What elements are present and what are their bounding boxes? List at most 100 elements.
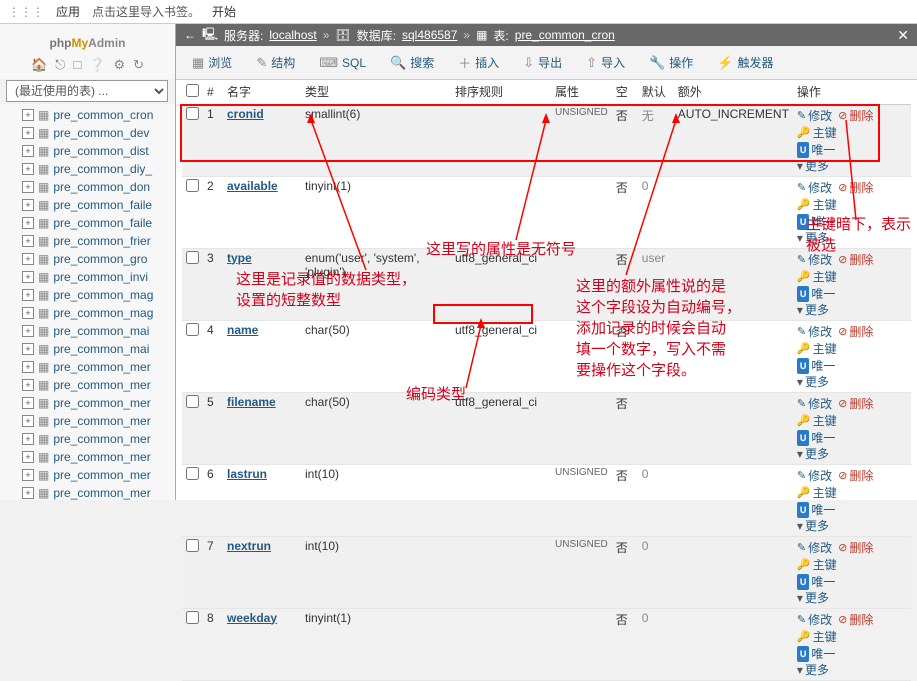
unique-action[interactable]: U 唯一	[797, 574, 836, 590]
column-name-link[interactable]: filename	[227, 395, 276, 409]
unique-action[interactable]: U 唯一	[797, 142, 836, 158]
more-action[interactable]: ▾更多	[797, 590, 829, 606]
expand-icon[interactable]: +	[22, 469, 34, 481]
column-name-link[interactable]: weekday	[227, 611, 277, 625]
edit-action[interactable]: ✎修改	[797, 611, 832, 628]
select-all-checkbox[interactable]	[186, 84, 199, 97]
edit-action[interactable]: ✎修改	[797, 179, 832, 196]
sidebar-item[interactable]: +▦pre_common_invi	[0, 268, 175, 286]
apps-label[interactable]: 应用	[56, 3, 80, 20]
expand-icon[interactable]: +	[22, 181, 34, 193]
row-checkbox[interactable]	[186, 251, 199, 264]
sidebar-item[interactable]: +▦pre_common_mer	[0, 394, 175, 412]
sidebar-item[interactable]: +▦pre_common_mer	[0, 430, 175, 448]
expand-icon[interactable]: +	[22, 433, 34, 445]
start-label[interactable]: 开始	[212, 3, 236, 20]
column-name-link[interactable]: nextrun	[227, 539, 271, 553]
tab-浏览[interactable]: ▦浏览	[182, 50, 242, 75]
sidebar-item[interactable]: +▦pre_common_mag	[0, 304, 175, 322]
sidebar-item[interactable]: +▦pre_common_frier	[0, 232, 175, 250]
expand-icon[interactable]: +	[22, 109, 34, 121]
drop-action[interactable]: ⊘删除	[838, 395, 873, 412]
column-name-link[interactable]: type	[227, 251, 252, 265]
drop-action[interactable]: ⊘删除	[838, 179, 873, 196]
more-action[interactable]: ▾更多	[797, 158, 829, 174]
tab-触发器[interactable]: ⚡触发器	[707, 50, 783, 75]
sidebar-item[interactable]: +▦pre_common_mer	[0, 376, 175, 394]
unique-action[interactable]: U 唯一	[797, 286, 836, 302]
unique-action[interactable]: U 唯一	[797, 214, 836, 230]
row-checkbox[interactable]	[186, 467, 199, 480]
primary-key-action[interactable]: 🔑主键	[797, 340, 837, 357]
more-action[interactable]: ▾更多	[797, 518, 829, 534]
row-checkbox[interactable]	[186, 539, 199, 552]
expand-icon[interactable]: +	[22, 451, 34, 463]
sidebar-item[interactable]: +▦pre_common_faile	[0, 214, 175, 232]
row-checkbox[interactable]	[186, 179, 199, 192]
more-action[interactable]: ▾更多	[797, 302, 829, 318]
settings-icon[interactable]: ⚙	[113, 57, 125, 73]
column-name-link[interactable]: cronid	[227, 107, 264, 121]
drop-action[interactable]: ⊘删除	[838, 467, 873, 484]
logout-icon[interactable]: ⎋	[55, 57, 65, 73]
expand-icon[interactable]: +	[22, 361, 34, 373]
more-action[interactable]: ▾更多	[797, 374, 829, 390]
sidebar-item[interactable]: +▦pre_common_cron	[0, 106, 175, 124]
reload-icon[interactable]: ↻	[133, 57, 144, 73]
sidebar-item[interactable]: +▦pre_common_mai	[0, 322, 175, 340]
expand-icon[interactable]: +	[22, 217, 34, 229]
expand-icon[interactable]: +	[22, 253, 34, 265]
expand-icon[interactable]: +	[22, 379, 34, 391]
expand-icon[interactable]: +	[22, 199, 34, 211]
recent-tables-select[interactable]: (最近使用的表) ...	[6, 80, 168, 102]
sql-icon[interactable]: □	[73, 57, 81, 73]
col-name[interactable]: 名字	[223, 80, 301, 104]
primary-key-action[interactable]: 🔑主键	[797, 124, 837, 141]
drop-action[interactable]: ⊘删除	[838, 251, 873, 268]
primary-key-action[interactable]: 🔑主键	[797, 196, 837, 213]
col-null[interactable]: 空	[612, 80, 638, 104]
edit-action[interactable]: ✎修改	[797, 467, 832, 484]
expand-icon[interactable]: +	[22, 271, 34, 283]
unique-action[interactable]: U 唯一	[797, 430, 836, 446]
col-collation[interactable]: 排序规则	[451, 80, 551, 104]
expand-icon[interactable]: +	[22, 487, 34, 499]
expand-icon[interactable]: +	[22, 307, 34, 319]
col-attr[interactable]: 属性	[551, 80, 612, 104]
edit-action[interactable]: ✎修改	[797, 323, 832, 340]
edit-action[interactable]: ✎修改	[797, 395, 832, 412]
tab-搜索[interactable]: 🔍搜索	[380, 50, 444, 75]
expand-icon[interactable]: +	[22, 145, 34, 157]
chevron-icon[interactable]: ←	[184, 28, 196, 42]
import-bookmark-hint[interactable]: 点击这里导入书签。	[92, 3, 200, 20]
unique-action[interactable]: U 唯一	[797, 502, 836, 518]
sidebar-item[interactable]: +▦pre_common_mer	[0, 448, 175, 466]
primary-key-action[interactable]: 🔑主键	[797, 556, 837, 573]
col-default[interactable]: 默认	[638, 80, 674, 104]
more-action[interactable]: ▾更多	[797, 662, 829, 678]
expand-icon[interactable]: +	[22, 289, 34, 301]
expand-icon[interactable]: +	[22, 235, 34, 247]
table-link[interactable]: pre_common_cron	[515, 28, 615, 42]
column-name-link[interactable]: lastrun	[227, 467, 267, 481]
column-name-link[interactable]: available	[227, 179, 278, 193]
more-action[interactable]: ▾更多	[797, 446, 829, 462]
sidebar-item[interactable]: +▦pre_common_mer	[0, 412, 175, 430]
sidebar-item[interactable]: +▦pre_common_mag	[0, 286, 175, 304]
tab-操作[interactable]: 🔧操作	[639, 50, 703, 75]
expand-icon[interactable]: +	[22, 343, 34, 355]
edit-action[interactable]: ✎修改	[797, 539, 832, 556]
expand-icon[interactable]: +	[22, 325, 34, 337]
col-ops[interactable]: 操作	[793, 80, 911, 104]
expand-icon[interactable]: +	[22, 127, 34, 139]
expand-icon[interactable]: +	[22, 163, 34, 175]
col-extra[interactable]: 额外	[674, 80, 793, 104]
unique-action[interactable]: U 唯一	[797, 358, 836, 374]
drop-action[interactable]: ⊘删除	[838, 611, 873, 628]
sidebar-item[interactable]: +▦pre_common_dist	[0, 142, 175, 160]
expand-icon[interactable]: +	[22, 415, 34, 427]
row-checkbox[interactable]	[186, 107, 199, 120]
col-type[interactable]: 类型	[301, 80, 451, 104]
docs-icon[interactable]: ❔	[89, 57, 105, 73]
tab-SQL[interactable]: ⌨SQL	[309, 51, 376, 75]
